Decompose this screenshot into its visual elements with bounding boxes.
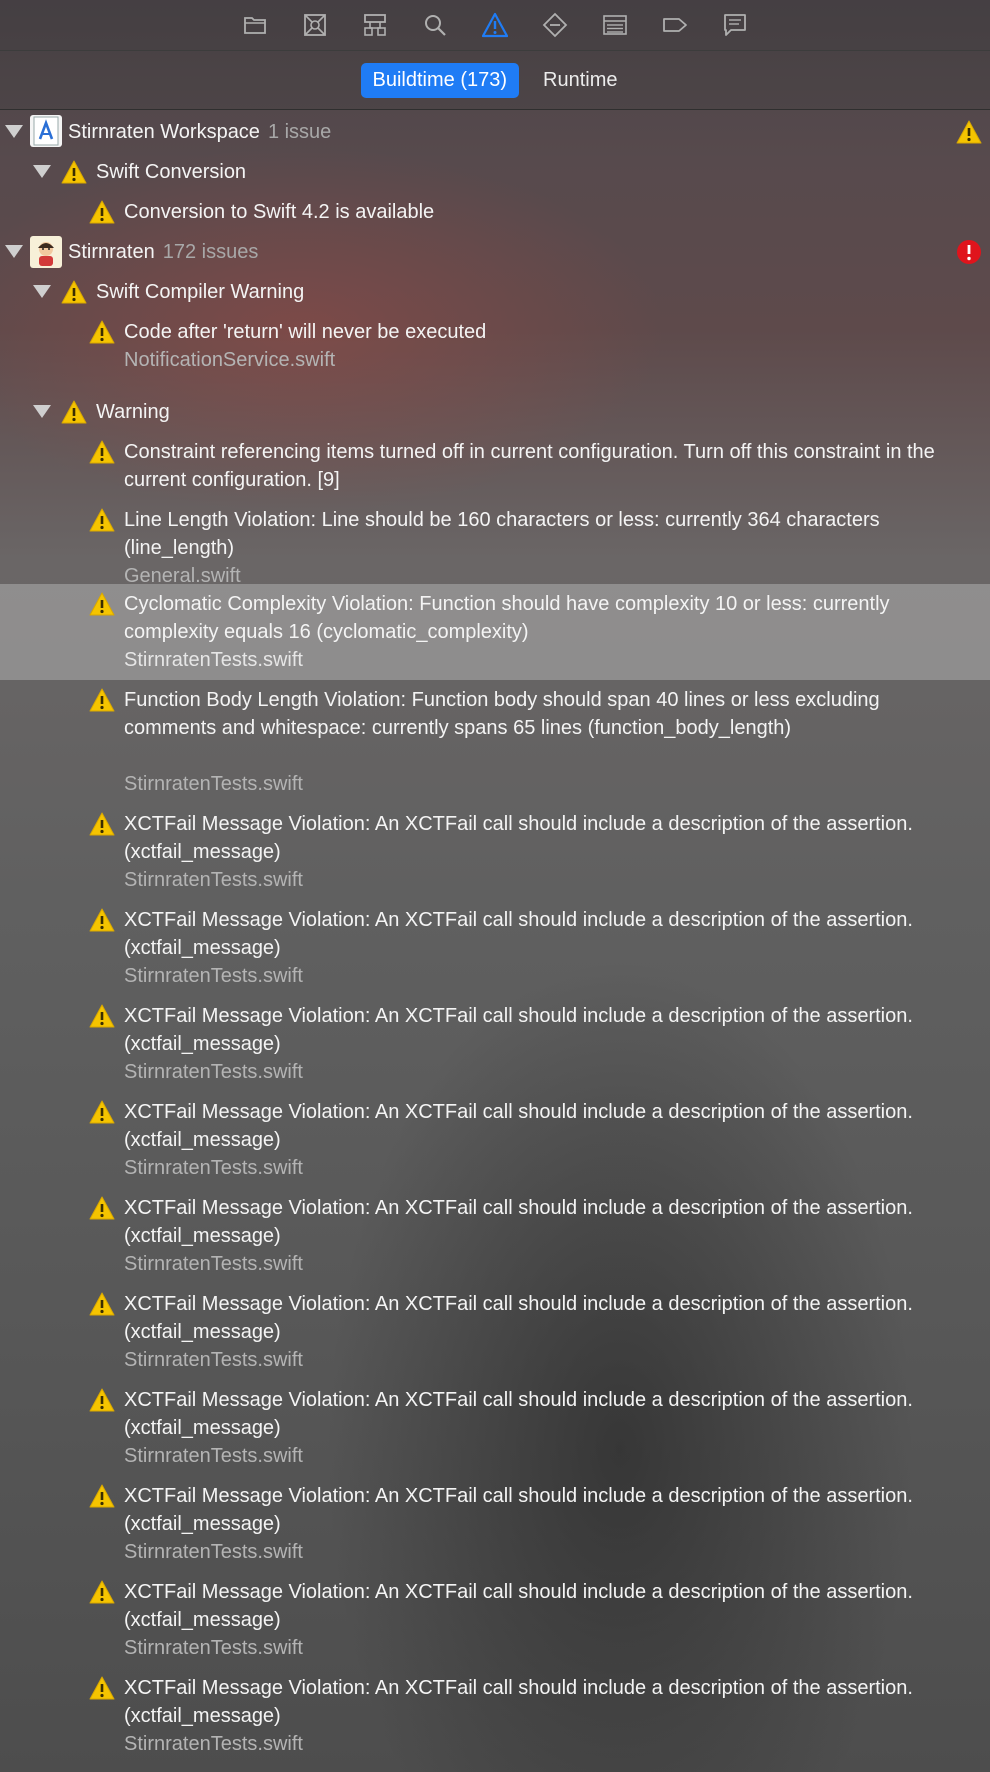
issue-message: Function Body Length Violation: Function… bbox=[124, 689, 880, 739]
issue-file-name: StirnratenTests.swift bbox=[124, 1349, 303, 1371]
issue-message: Line Length Violation: Line should be 16… bbox=[124, 509, 880, 559]
issue-message: Code after 'return' will never be execut… bbox=[124, 321, 487, 343]
issue-message: XCTFail Message Violation: An XCTFail ca… bbox=[124, 1293, 913, 1343]
issue-message: XCTFail Message Violation: An XCTFail ca… bbox=[124, 1581, 913, 1631]
search-icon[interactable] bbox=[415, 5, 455, 45]
issue-message: Conversion to Swift 4.2 is available bbox=[124, 201, 435, 223]
warning-icon bbox=[61, 280, 87, 304]
project-row[interactable]: Stirnraten 172 issues bbox=[0, 232, 990, 272]
warning-icon bbox=[89, 1580, 115, 1604]
issue-file-name: StirnratenTests.swift bbox=[124, 1061, 303, 1083]
folder-icon[interactable] bbox=[235, 5, 275, 45]
navigator-toolbar bbox=[0, 0, 990, 51]
issue-row[interactable]: XCTFail Message Violation: An XCTFail ca… bbox=[0, 1572, 990, 1668]
disclosure-triangle-icon[interactable] bbox=[5, 125, 23, 138]
issue-file-name: StirnratenTests.swift bbox=[124, 1157, 303, 1179]
issue-row[interactable]: XCTFail Message Violation: An XCTFail ca… bbox=[0, 996, 990, 1092]
scope-bar: Buildtime (173) Runtime bbox=[0, 51, 990, 110]
comment-icon[interactable] bbox=[715, 5, 755, 45]
issue-file-name: StirnratenTests.swift bbox=[124, 965, 303, 987]
issue-file-name: StirnratenTests.swift bbox=[124, 1253, 303, 1275]
issue-file-name: StirnratenTests.swift bbox=[124, 1637, 303, 1659]
issue-message: XCTFail Message Violation: An XCTFail ca… bbox=[124, 1197, 913, 1247]
issue-message: XCTFail Message Violation: An XCTFail ca… bbox=[124, 1677, 913, 1727]
issue-row[interactable]: Function Body Length Violation: Function… bbox=[0, 680, 990, 804]
warning-icon bbox=[89, 1292, 115, 1316]
issue-message: XCTFail Message Violation: An XCTFail ca… bbox=[124, 1389, 913, 1439]
workspace-issue-count: 1 issue bbox=[267, 121, 332, 143]
issue-message: Cyclomatic Complexity Violation: Functio… bbox=[124, 593, 890, 643]
group-row-warning[interactable]: Warning bbox=[0, 392, 990, 432]
issue-row[interactable]: XCTFail Message Violation: An XCTFail ca… bbox=[0, 900, 990, 996]
issue-message: XCTFail Message Violation: An XCTFail ca… bbox=[124, 1485, 913, 1535]
issue-message: Constraint referencing items turned off … bbox=[124, 441, 935, 491]
project-app-icon bbox=[30, 236, 62, 268]
group-row-swift-compiler-warning[interactable]: Swift Compiler Warning bbox=[0, 272, 990, 312]
issue-row[interactable]: XCTFail Message Violation: An XCTFail ca… bbox=[0, 1668, 990, 1764]
project-issue-count: 172 issues bbox=[162, 241, 259, 263]
issue-row[interactable]: XCTFail Message Violation: An XCTFail ca… bbox=[0, 1284, 990, 1380]
issue-row[interactable]: XCTFail Message Violation: An XCTFail ca… bbox=[0, 1188, 990, 1284]
issue-row[interactable]: Line Length Violation: Line should be 16… bbox=[0, 500, 990, 596]
source-control-icon[interactable] bbox=[295, 5, 335, 45]
warning-icon bbox=[89, 592, 115, 616]
issue-file-name: StirnratenTests.swift bbox=[124, 1733, 303, 1755]
buildtime-tab[interactable]: Buildtime (173) bbox=[360, 62, 520, 98]
warning-icon bbox=[61, 400, 87, 424]
issue-message: XCTFail Message Violation: An XCTFail ca… bbox=[124, 1005, 913, 1055]
warning-icon bbox=[89, 812, 115, 836]
warning-icon bbox=[89, 508, 115, 532]
group-label: Swift Compiler Warning bbox=[96, 281, 305, 303]
runtime-tab[interactable]: Runtime bbox=[531, 63, 629, 98]
warning-icon bbox=[89, 1100, 115, 1124]
disclosure-triangle-icon[interactable] bbox=[33, 165, 51, 178]
warning-icon bbox=[89, 320, 115, 344]
group-row-swift-conversion[interactable]: Swift Conversion bbox=[0, 152, 990, 192]
issue-file-name: NotificationService.swift bbox=[124, 349, 336, 371]
warning-icon bbox=[89, 908, 115, 932]
warning-icon bbox=[89, 1388, 115, 1412]
issue-row-selected[interactable]: Cyclomatic Complexity Violation: Functio… bbox=[0, 584, 990, 680]
warning-icon bbox=[89, 200, 115, 224]
list-icon[interactable] bbox=[595, 5, 635, 45]
hierarchy-icon[interactable] bbox=[355, 5, 395, 45]
warning-icon bbox=[89, 1196, 115, 1220]
workspace-name: Stirnraten Workspace bbox=[68, 121, 260, 143]
warning-icon bbox=[89, 1004, 115, 1028]
disclosure-triangle-icon[interactable] bbox=[5, 245, 23, 258]
issue-message: XCTFail Message Violation: An XCTFail ca… bbox=[124, 909, 913, 959]
warning-badge-icon bbox=[956, 120, 982, 144]
warning-icon bbox=[89, 1484, 115, 1508]
issue-file-name: StirnratenTests.swift bbox=[124, 1445, 303, 1467]
group-label: Swift Conversion bbox=[96, 161, 247, 183]
issue-row[interactable]: Code after 'return' will never be execut… bbox=[0, 312, 990, 392]
workspace-icon bbox=[30, 115, 62, 147]
error-badge-icon bbox=[957, 240, 981, 264]
tag-icon[interactable] bbox=[655, 5, 695, 45]
project-name: Stirnraten bbox=[68, 241, 155, 263]
workspace-row[interactable]: Stirnraten Workspace 1 issue bbox=[0, 112, 990, 152]
issue-message: XCTFail Message Violation: An XCTFail ca… bbox=[124, 813, 913, 863]
warning-icon[interactable] bbox=[475, 5, 515, 45]
issue-file-name: StirnratenTests.swift bbox=[124, 869, 303, 891]
group-label: Warning bbox=[96, 401, 170, 423]
warning-icon bbox=[61, 160, 87, 184]
warning-icon bbox=[89, 440, 115, 464]
issue-file-name: StirnratenTests.swift bbox=[124, 649, 303, 671]
issue-message: XCTFail Message Violation: An XCTFail ca… bbox=[124, 1101, 913, 1151]
issue-file-name: StirnratenTests.swift bbox=[124, 773, 303, 795]
issue-row[interactable]: Constraint referencing items turned off … bbox=[0, 432, 990, 500]
issue-row[interactable]: XCTFail Message Violation: An XCTFail ca… bbox=[0, 1380, 990, 1476]
disclosure-triangle-icon[interactable] bbox=[33, 405, 51, 418]
issue-row[interactable]: Conversion to Swift 4.2 is available bbox=[0, 192, 990, 232]
disclosure-triangle-icon[interactable] bbox=[33, 285, 51, 298]
warning-icon bbox=[89, 688, 115, 712]
warning-icon bbox=[89, 1676, 115, 1700]
issue-row[interactable]: XCTFail Message Violation: An XCTFail ca… bbox=[0, 1476, 990, 1572]
issue-row[interactable]: XCTFail Message Violation: An XCTFail ca… bbox=[0, 1092, 990, 1188]
breakpoint-icon[interactable] bbox=[535, 5, 575, 45]
issue-file-name: StirnratenTests.swift bbox=[124, 1541, 303, 1563]
issue-row[interactable]: XCTFail Message Violation: An XCTFail ca… bbox=[0, 804, 990, 900]
